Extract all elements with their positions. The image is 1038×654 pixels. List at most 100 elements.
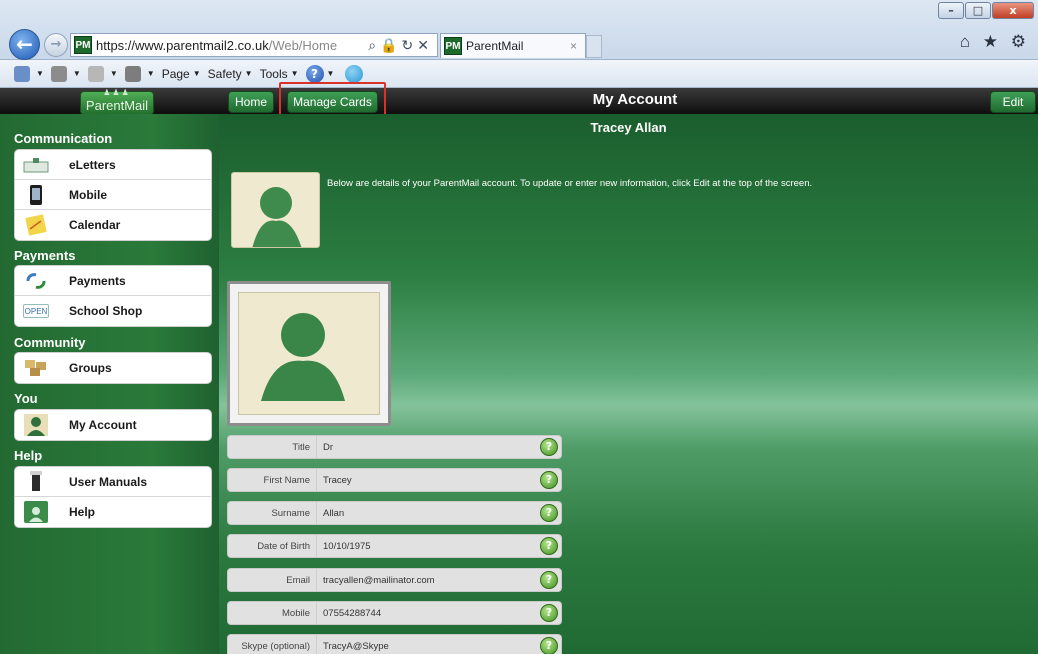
new-tab-button[interactable] <box>586 35 602 58</box>
feeds-menu[interactable]: ▼ <box>50 65 81 82</box>
calendar-icon <box>23 213 49 237</box>
help-circle-icon: ? <box>305 64 324 83</box>
profile-photo <box>238 292 380 415</box>
home-button[interactable]: Home <box>228 91 274 113</box>
address-bar-icons[interactable]: ⌕🔒↻✕ <box>368 37 433 54</box>
search-dropdown-icon[interactable]: ⌕ <box>368 37 380 53</box>
feeds-icon <box>50 65 67 82</box>
help-question-icon[interactable]: ? <box>540 471 558 489</box>
field-value: Allan <box>316 502 540 524</box>
skype-icon[interactable] <box>345 64 364 83</box>
sidebar-item-label: Mobile <box>69 187 107 202</box>
manage-cards-button[interactable]: Manage Cards <box>287 91 378 113</box>
logo-text: ParentMail <box>85 98 149 113</box>
sidebar-item-label: School Shop <box>69 304 143 318</box>
sidebar-item-groups[interactable]: Groups <box>15 353 211 383</box>
field-value: Tracey <box>316 469 540 491</box>
payments-icon <box>23 269 49 293</box>
intro-text: Below are details of your ParentMail acc… <box>327 178 813 189</box>
menu-group-communication: eLetters Mobile Calendar <box>14 149 212 241</box>
section-title-help: Help <box>14 448 43 463</box>
field-label: Date of Birth <box>257 540 310 552</box>
close-window-button[interactable]: x <box>992 2 1034 19</box>
help-question-icon[interactable]: ? <box>540 504 558 522</box>
sidebar-item-user-manuals[interactable]: User Manuals <box>15 467 211 497</box>
profile-silhouette-large-icon <box>261 313 345 401</box>
url-path: /Web/Home <box>268 37 338 53</box>
section-title-community: Community <box>14 335 86 350</box>
field-value: TracyA@Skype <box>316 635 540 654</box>
field-title: Title Dr ? <box>227 435 562 459</box>
lock-icon[interactable]: 🔒 <box>380 37 401 53</box>
help-menu[interactable]: ? ▼ <box>305 64 334 83</box>
field-skype: Skype (optional) TracyA@Skype ? <box>227 634 562 654</box>
sidebar-item-help[interactable]: Help <box>15 497 211 527</box>
field-first-name: First Name Tracey ? <box>227 468 562 492</box>
main-content: Tracey Allan Below are details of your P… <box>219 114 1038 654</box>
print-menu[interactable]: ▼ <box>124 65 155 82</box>
help-question-icon[interactable]: ? <box>540 604 558 622</box>
tab-close-icon[interactable]: × <box>570 39 577 53</box>
groups-icon <box>23 356 49 380</box>
sidebar-item-label: User Manuals <box>69 474 148 489</box>
help-question-icon[interactable]: ? <box>540 571 558 589</box>
stop-icon[interactable]: ✕ <box>417 37 433 53</box>
field-value: 10/10/1975 <box>316 535 540 557</box>
page-menu[interactable]: Page ▼ <box>162 67 201 81</box>
safety-menu[interactable]: Safety ▼ <box>208 67 253 81</box>
back-button[interactable]: ← <box>9 29 40 60</box>
school-shop-icon: OPEN <box>23 304 49 318</box>
field-value: tracyallen@mailinator.com <box>316 569 540 591</box>
browser-chrome: – □ x ← → PM https://www.parentmail2.co.… <box>0 0 1038 60</box>
field-label: Surname <box>271 507 310 519</box>
mail-menu[interactable]: ▼ <box>87 65 118 82</box>
field-mobile: Mobile 07554288744 ? <box>227 601 562 625</box>
help-question-icon[interactable]: ? <box>540 537 558 555</box>
home-page-menu[interactable]: ▼ <box>14 65 44 82</box>
edit-button[interactable]: Edit <box>990 91 1036 113</box>
parentmail-logo[interactable]: ♟♟♟ ParentMail <box>80 88 154 115</box>
sidebar-item-my-account[interactable]: My Account <box>15 410 211 440</box>
minimize-button[interactable]: – <box>938 2 964 19</box>
mail-icon <box>87 65 104 82</box>
menu-group-you: My Account <box>14 409 212 441</box>
sidebar-item-label: My Account <box>69 418 137 432</box>
menu-group-help: User Manuals Help <box>14 466 212 528</box>
help-question-icon[interactable]: ? <box>540 637 558 654</box>
refresh-icon[interactable]: ↻ <box>402 37 418 53</box>
field-surname: Surname Allan ? <box>227 501 562 525</box>
sidebar-item-mobile[interactable]: Mobile <box>15 180 211 210</box>
my-account-icon <box>23 413 49 437</box>
avatar <box>231 172 320 248</box>
print-icon <box>124 65 141 82</box>
sidebar-item-school-shop[interactable]: OPEN School Shop <box>15 296 211 326</box>
safety-menu-label: Safety <box>207 66 242 81</box>
field-value: Dr <box>316 436 540 458</box>
section-title-payments: Payments <box>14 248 76 263</box>
profile-photo-frame[interactable] <box>227 281 391 426</box>
site-favicon: PM <box>74 36 92 54</box>
field-label: Mobile <box>282 607 310 619</box>
tools-menu[interactable]: Tools ▼ <box>260 67 299 81</box>
menu-group-payments: Payments OPEN School Shop <box>14 265 212 327</box>
browser-tab[interactable]: PM ParentMail × <box>440 33 586 58</box>
field-label: Title <box>292 441 310 453</box>
menu-group-community: Groups <box>14 352 212 384</box>
section-title-communication: Communication <box>14 131 113 146</box>
tab-title: ParentMail <box>466 39 524 53</box>
page-title: My Account <box>592 91 678 108</box>
sidebar-item-calendar[interactable]: Calendar <box>15 210 211 240</box>
browser-right-icons[interactable]: ⌂ ★ ⚙ <box>960 32 1030 52</box>
section-title-you: You <box>14 391 38 406</box>
sidebar-item-label: Help <box>69 505 96 519</box>
field-email: Email tracyallen@mailinator.com ? <box>227 568 562 592</box>
field-value: 07554288744 <box>316 602 540 624</box>
forward-button[interactable]: → <box>44 33 68 57</box>
help-icon <box>23 500 49 524</box>
field-label: Email <box>286 574 310 586</box>
help-question-icon[interactable]: ? <box>540 438 558 456</box>
sidebar-item-eletters[interactable]: eLetters <box>15 150 211 180</box>
address-bar[interactable]: PM https://www.parentmail2.co.uk /Web/Ho… <box>70 33 438 57</box>
sidebar-item-payments[interactable]: Payments <box>15 266 211 296</box>
maximize-button[interactable]: □ <box>965 2 991 19</box>
